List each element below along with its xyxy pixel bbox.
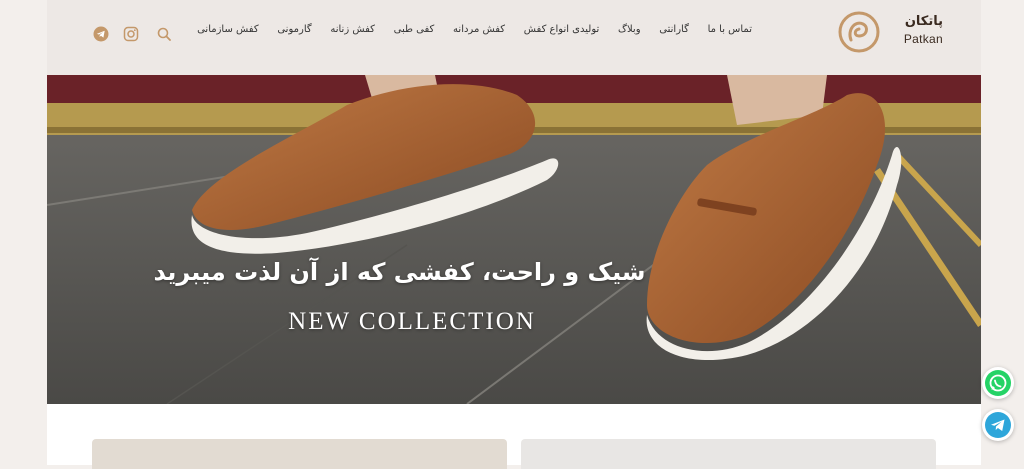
instagram-icon[interactable] (123, 26, 139, 42)
nav-item-garmony[interactable]: گارمونی (277, 24, 311, 35)
whatsapp-button[interactable] (982, 367, 1014, 399)
logo-text-en: Patkan (903, 32, 943, 46)
nav-item-insoles[interactable]: کفی طبی (394, 24, 435, 35)
nav-item-organizational-shoes[interactable]: کفش سازمانی (197, 24, 259, 35)
telegram-float-button[interactable] (982, 409, 1014, 441)
hero-image (47, 75, 981, 404)
page: پاتکان Patkan کفش سازمانی گارمونی کفش زن… (47, 0, 981, 469)
hero-subtitle: NEW COLLECTION (288, 308, 536, 335)
main-nav: کفش سازمانی گارمونی کفش زنانه کفی طبی کف… (197, 24, 752, 35)
hero-title: شیک و راحت، کفشی که از آن لذت میبرید (153, 258, 646, 286)
whatsapp-icon (985, 370, 1011, 396)
nav-item-shoe-manufacturing[interactable]: تولیدی انواع کفش (524, 24, 600, 35)
logo-text-fa: پاتکان (904, 14, 943, 29)
telegram-icon (985, 412, 1011, 438)
nav-item-contact[interactable]: تماس با ما (708, 24, 752, 35)
logo[interactable]: پاتکان Patkan (833, 10, 943, 54)
nav-item-mens-shoes[interactable]: کفش مردانه (453, 24, 505, 35)
search-icon[interactable] (157, 26, 171, 41)
nav-item-womens-shoes[interactable]: کفش زنانه (330, 24, 375, 35)
nav-item-blog[interactable]: وبلاگ (618, 24, 641, 35)
telegram-icon[interactable] (93, 26, 109, 42)
hero-banner[interactable]: شیک و راحت، کفشی که از آن لذت میبرید NEW… (47, 75, 981, 404)
social-links (87, 21, 147, 47)
nav-item-warranty[interactable]: گارانتی (659, 24, 689, 35)
site-header: پاتکان Patkan کفش سازمانی گارمونی کفش زن… (47, 0, 981, 75)
logo-mark-icon (838, 11, 880, 53)
